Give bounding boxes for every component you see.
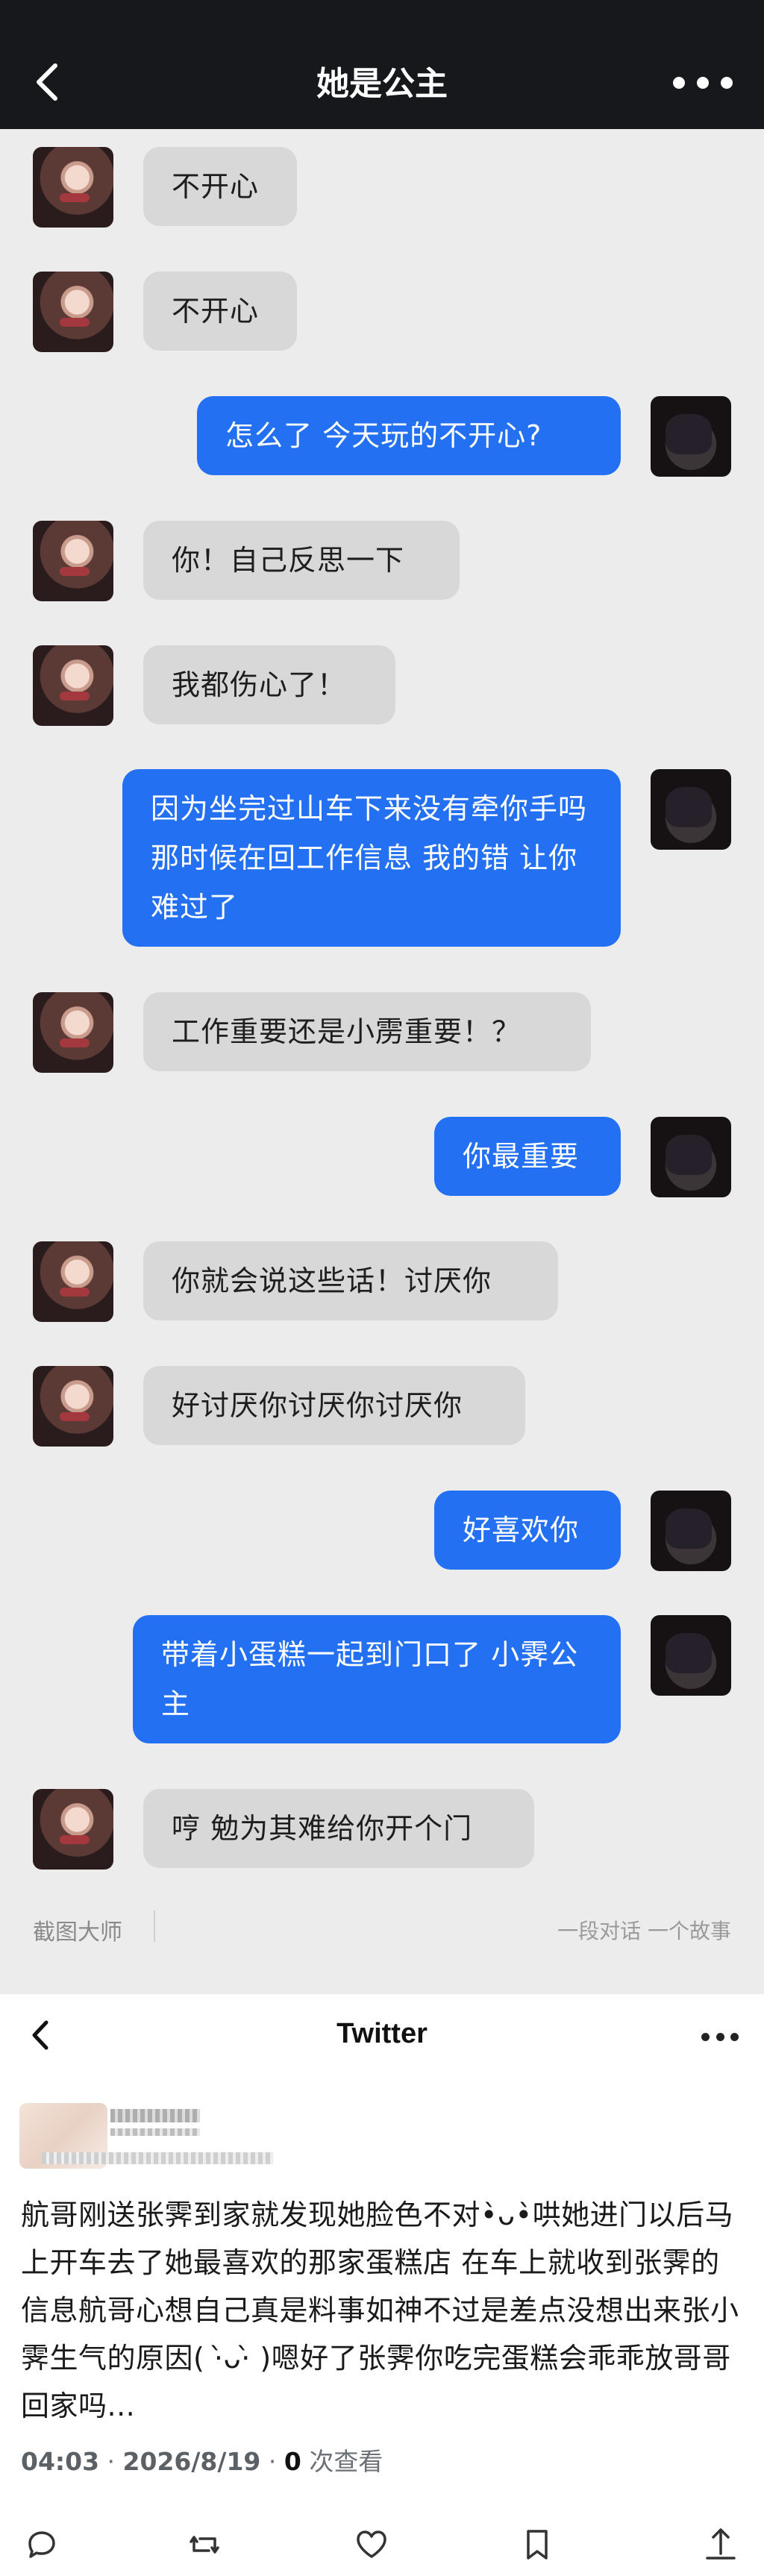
- avatar[interactable]: [33, 1789, 113, 1870]
- message-bubble: 你！自己反思一下: [143, 521, 460, 600]
- avatar[interactable]: [651, 396, 731, 477]
- blurred-user-info[interactable]: [19, 2103, 273, 2169]
- avatar[interactable]: [33, 645, 113, 726]
- avatar[interactable]: [33, 147, 113, 228]
- chat-footer: 截图大师 一段对话 一个故事: [0, 1903, 764, 1955]
- more-dot-icon: [673, 77, 685, 89]
- chat-title: 她是公主: [316, 65, 448, 103]
- divider: [154, 1911, 155, 1942]
- message-bubble: 哼 勉为其难给你开个门: [143, 1789, 534, 1868]
- retweet-button[interactable]: [185, 2525, 224, 2564]
- avatar[interactable]: [33, 1366, 113, 1447]
- tweet-actions: [0, 2525, 764, 2570]
- more-dot-icon: [697, 77, 709, 89]
- message-bubble: 怎么了 今天玩的不开心?: [197, 396, 621, 475]
- slogan-label: 一段对话 一个故事: [557, 1919, 731, 1943]
- more-dot-icon: [730, 2033, 739, 2041]
- tweet-card: Twitter 航哥刚送张霁到家就发现她脸色不对•̀ᴗ•̀哄她进门以后马上开车去…: [0, 1994, 764, 2576]
- brand-label: 截图大师: [33, 1920, 122, 1946]
- message-bubble: 好讨厌你讨厌你讨厌你: [143, 1366, 525, 1445]
- more-button[interactable]: [673, 72, 733, 94]
- message-bubble: 不开心: [143, 147, 297, 226]
- message-bubble: 好喜欢你: [434, 1491, 621, 1570]
- blurred-handle: [110, 2128, 200, 2136]
- separator: ·: [268, 2447, 284, 2476]
- message-bubble: 带着小蛋糕一起到门口了 小霁公主: [133, 1615, 621, 1743]
- message-bubble: 因为坐完过山车下来没有牵你手吗 那时候在回工作信息 我的错 让你难过了: [122, 769, 621, 947]
- message-bubble: 你就会说这些话！讨厌你: [143, 1241, 558, 1320]
- avatar[interactable]: [33, 1241, 113, 1322]
- message-bubble: 你最重要: [434, 1117, 621, 1196]
- views-count: 0: [284, 2447, 301, 2476]
- share-icon: [706, 2528, 736, 2560]
- blurred-line: [42, 2152, 273, 2164]
- tweet-text: 航哥刚送张霁到家就发现她脸色不对•̀ᴗ•̀哄她进门以后马上开车去了她最喜欢的那家…: [21, 2199, 739, 2422]
- more-dot-icon: [701, 2033, 710, 2041]
- tweet-page-title: Twitter: [336, 2018, 428, 2049]
- message-bubble: 工作重要还是小雳重要！？: [143, 992, 591, 1071]
- tweet-meta: 04:03 · 2026/8/19 · 0 次查看: [21, 2442, 383, 2478]
- avatar[interactable]: [33, 992, 113, 1073]
- avatar[interactable]: [33, 272, 113, 352]
- more-dot-icon: [721, 77, 733, 89]
- tweet-more-button[interactable]: [701, 2033, 739, 2042]
- like-icon: [357, 2530, 386, 2558]
- avatar[interactable]: [651, 1615, 731, 1696]
- chat-header: 她是公主: [0, 0, 764, 129]
- tweet-time: 04:03: [21, 2447, 100, 2476]
- bookmark-icon: [527, 2530, 548, 2560]
- reply-icon: [28, 2531, 55, 2558]
- chat-area: 不开心 不开心 怎么了 今天玩的不开心? 你！自己反思一下 我都伤心了！ 因为坐…: [0, 129, 764, 1994]
- message-bubble: 不开心: [143, 272, 297, 351]
- avatar[interactable]: [651, 1117, 731, 1197]
- avatar[interactable]: [33, 521, 113, 601]
- reply-button[interactable]: [22, 2525, 61, 2564]
- blurred-username: [110, 2109, 200, 2122]
- avatar[interactable]: [651, 769, 731, 850]
- avatar[interactable]: [651, 1491, 731, 1571]
- bookmark-button[interactable]: [518, 2525, 557, 2564]
- share-button[interactable]: [701, 2525, 740, 2564]
- more-dot-icon: [716, 2033, 724, 2041]
- tweet-date: 2026/8/19: [122, 2447, 261, 2476]
- separator: ·: [107, 2447, 123, 2476]
- message-bubble: 我都伤心了！: [143, 645, 395, 724]
- views-label: 次查看: [309, 2447, 383, 2476]
- retweet-icon: [190, 2536, 219, 2554]
- like-button[interactable]: [352, 2525, 391, 2564]
